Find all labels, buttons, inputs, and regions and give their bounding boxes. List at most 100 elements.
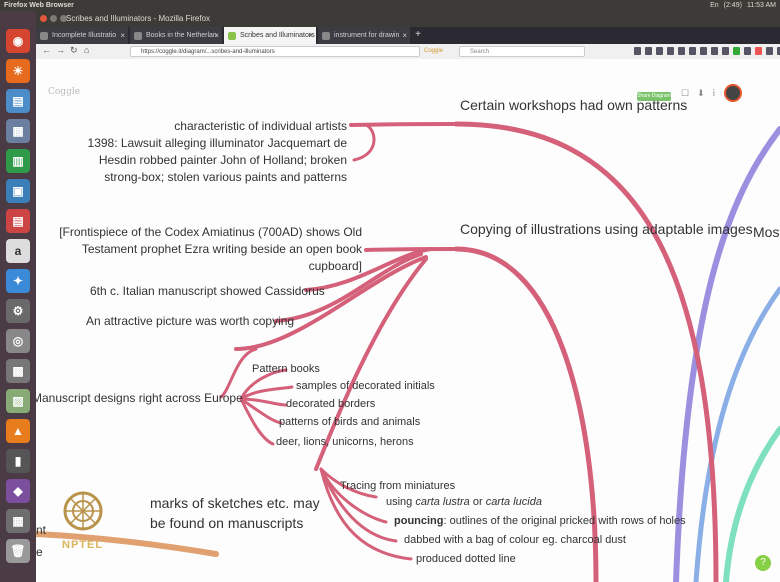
settings-icon[interactable]: ⚙ bbox=[6, 299, 30, 323]
software-center-icon[interactable]: ✦ bbox=[6, 269, 30, 293]
app-icon-3[interactable]: ◆ bbox=[6, 479, 30, 503]
download-icon[interactable] bbox=[634, 47, 641, 55]
os-indicators[interactable]: En (2:49) 11:53 AM bbox=[710, 0, 776, 11]
app-icon-4[interactable]: ▦ bbox=[6, 509, 30, 533]
node-frontispiece-line2[interactable]: Testament prophet Ezra writing beside an… bbox=[82, 242, 362, 256]
trash-icon[interactable]: 🗑 bbox=[6, 539, 30, 563]
node-dotted-line[interactable]: produced dotted line bbox=[416, 553, 516, 565]
library-icon[interactable] bbox=[645, 47, 652, 55]
close-window-button[interactable] bbox=[40, 15, 47, 22]
text-editor-icon[interactable]: a bbox=[6, 239, 30, 263]
search-engine-label[interactable]: Coggle bbox=[424, 46, 446, 57]
info-icon[interactable]: ⅰ bbox=[713, 88, 716, 99]
pocket-icon[interactable] bbox=[678, 47, 685, 55]
app-icon-2[interactable]: ▨ bbox=[6, 389, 30, 413]
files-icon[interactable]: ▤ bbox=[6, 89, 30, 113]
search-input[interactable]: Search bbox=[459, 46, 585, 57]
download-diagram-icon[interactable]: ⬇ bbox=[697, 88, 705, 99]
node-attractive-picture[interactable]: An attractive picture was worth copying bbox=[86, 314, 294, 328]
text-pouncing: pouncing bbox=[394, 515, 444, 527]
tab-instrument-drawing[interactable]: instrument for drawin × bbox=[318, 27, 410, 44]
node-manuscript-designs[interactable]: Manuscript designs right across Europe bbox=[36, 391, 243, 405]
tab-favicon-icon bbox=[40, 32, 48, 40]
battery-indicator[interactable]: (2:49) bbox=[724, 0, 742, 11]
branch-heading-partial[interactable]: Most bbox=[753, 224, 780, 240]
branch-heading-copying[interactable]: Copying of illustrations using adaptable… bbox=[460, 221, 753, 237]
node-marks-line1[interactable]: marks of sketches etc. may bbox=[150, 495, 320, 511]
terminal-icon[interactable]: ▮ bbox=[6, 449, 30, 473]
document-icon[interactable]: ▦ bbox=[6, 119, 30, 143]
teal-branch bbox=[723, 426, 780, 582]
node-decorated-initials[interactable]: samples of decorated initials bbox=[296, 380, 435, 392]
impress-icon[interactable]: ▤ bbox=[6, 209, 30, 233]
help-button[interactable]: ? bbox=[755, 555, 771, 571]
tab-books-netherlands[interactable]: Books in the Netherlan × bbox=[130, 27, 222, 44]
node-pattern-books[interactable]: Pattern books bbox=[252, 363, 320, 375]
disk-icon[interactable]: ◎ bbox=[6, 329, 30, 353]
node-fragment-e[interactable]: e bbox=[36, 545, 43, 559]
language-indicator[interactable]: En bbox=[710, 0, 719, 11]
node-decorated-borders[interactable]: decorated borders bbox=[286, 398, 375, 410]
extension-icon-7[interactable] bbox=[766, 47, 773, 55]
node-characteristic[interactable]: characteristic of individual artists bbox=[174, 119, 347, 133]
home-icon[interactable]: ⌂ bbox=[84, 45, 89, 55]
text-carta-lucida: carta lucida bbox=[485, 496, 542, 508]
node-lawsuit-line3[interactable]: strong-box; stolen various paints and pa… bbox=[104, 170, 347, 184]
extension-icon-4[interactable] bbox=[733, 47, 740, 55]
minimize-window-button[interactable] bbox=[50, 15, 57, 22]
tab-label: Incomplete Illustratio bbox=[52, 32, 117, 39]
vlc-icon[interactable]: ▲ bbox=[6, 419, 30, 443]
node-carta[interactable]: using carta lustra or carta lucida bbox=[386, 496, 542, 508]
purple-branch bbox=[673, 126, 780, 582]
tab-favicon-icon bbox=[322, 32, 330, 40]
app-icon[interactable]: ▩ bbox=[6, 359, 30, 383]
text-using: using bbox=[386, 496, 416, 508]
node-fragment-nt[interactable]: nt bbox=[36, 523, 46, 537]
node-tracing[interactable]: Tracing from miniatures bbox=[340, 480, 455, 492]
writer-icon[interactable]: ▣ bbox=[6, 179, 30, 203]
launcher: ◉ ☀ ▤ ▦ ▥ ▣ ▤ a ✦ ⚙ ◎ ▩ ▨ ▲ ▮ ◆ ▦ 🗑 bbox=[0, 11, 36, 582]
tab-scribes-illuminators[interactable]: Scribes and Illuminators × bbox=[224, 27, 316, 44]
extension-icon-3[interactable] bbox=[722, 47, 729, 55]
spreadsheet-icon[interactable]: ▥ bbox=[6, 149, 30, 173]
text-carta-lustra: carta lustra bbox=[415, 496, 470, 508]
node-cassidorus[interactable]: 6th c. Italian manuscript showed Cassido… bbox=[90, 284, 325, 298]
node-deer-lions[interactable]: deer, lions, unicorns, herons bbox=[276, 436, 414, 448]
forward-icon[interactable]: → bbox=[56, 45, 65, 55]
bookmark-icon[interactable] bbox=[667, 47, 674, 55]
url-bar[interactable]: https://coggle.it/diagram/...scribes-and… bbox=[130, 46, 420, 57]
extension-icon-5[interactable] bbox=[744, 47, 751, 55]
close-tab-icon[interactable]: × bbox=[308, 27, 313, 44]
avatar[interactable] bbox=[724, 84, 742, 102]
back-icon[interactable]: ← bbox=[42, 45, 51, 55]
extension-icon[interactable] bbox=[700, 47, 707, 55]
dash-icon[interactable]: ◉ bbox=[6, 29, 30, 53]
extension-icon-2[interactable] bbox=[711, 47, 718, 55]
branch-heading-workshops[interactable]: Certain workshops had own patterns bbox=[460, 97, 687, 113]
close-tab-icon[interactable]: × bbox=[120, 27, 125, 44]
node-dabbed[interactable]: dabbed with a bag of colour eg. charcoal… bbox=[404, 534, 626, 546]
reload-icon[interactable]: ↻ bbox=[70, 45, 78, 56]
node-marks-line2[interactable]: be found on manuscripts bbox=[150, 515, 303, 531]
tab-incomplete-illustrations[interactable]: Incomplete Illustratio × bbox=[36, 27, 128, 44]
node-frontispiece-line3[interactable]: cupboard] bbox=[309, 259, 362, 273]
screenshot-icon[interactable] bbox=[689, 47, 696, 55]
close-tab-icon[interactable]: × bbox=[214, 27, 219, 44]
node-frontispiece-line1[interactable]: [Frontispiece of the Codex Amiatinus (70… bbox=[59, 225, 362, 239]
sidebar-icon[interactable] bbox=[656, 47, 663, 55]
window-titlebar[interactable]: Scribes and Illuminators - Mozilla Firef… bbox=[36, 11, 780, 27]
node-lawsuit-line1[interactable]: 1398: Lawsuit alleging illuminator Jacqu… bbox=[88, 136, 347, 150]
nptel-label: NPTEL bbox=[62, 539, 104, 551]
tab-label: instrument for drawin bbox=[334, 32, 400, 39]
clock[interactable]: 11:53 AM bbox=[747, 0, 776, 11]
node-birds-animals[interactable]: patterns of birds and animals bbox=[279, 416, 420, 428]
extension-icon-6[interactable] bbox=[755, 47, 762, 55]
coggle-logo[interactable]: Coggle bbox=[48, 87, 80, 97]
new-tab-button[interactable]: + bbox=[412, 27, 424, 44]
toolbar-icons bbox=[634, 47, 780, 55]
firefox-icon[interactable]: ☀ bbox=[6, 59, 30, 83]
node-lawsuit-line2[interactable]: Hesdin robbed painter John of Holland; b… bbox=[99, 153, 347, 167]
node-pouncing[interactable]: pouncing: outlines of the original prick… bbox=[394, 515, 686, 527]
close-tab-icon[interactable]: × bbox=[402, 27, 407, 44]
page-content: Coggle Share Diagram ☐ ⬇ ⅰ Certain works… bbox=[36, 59, 780, 582]
